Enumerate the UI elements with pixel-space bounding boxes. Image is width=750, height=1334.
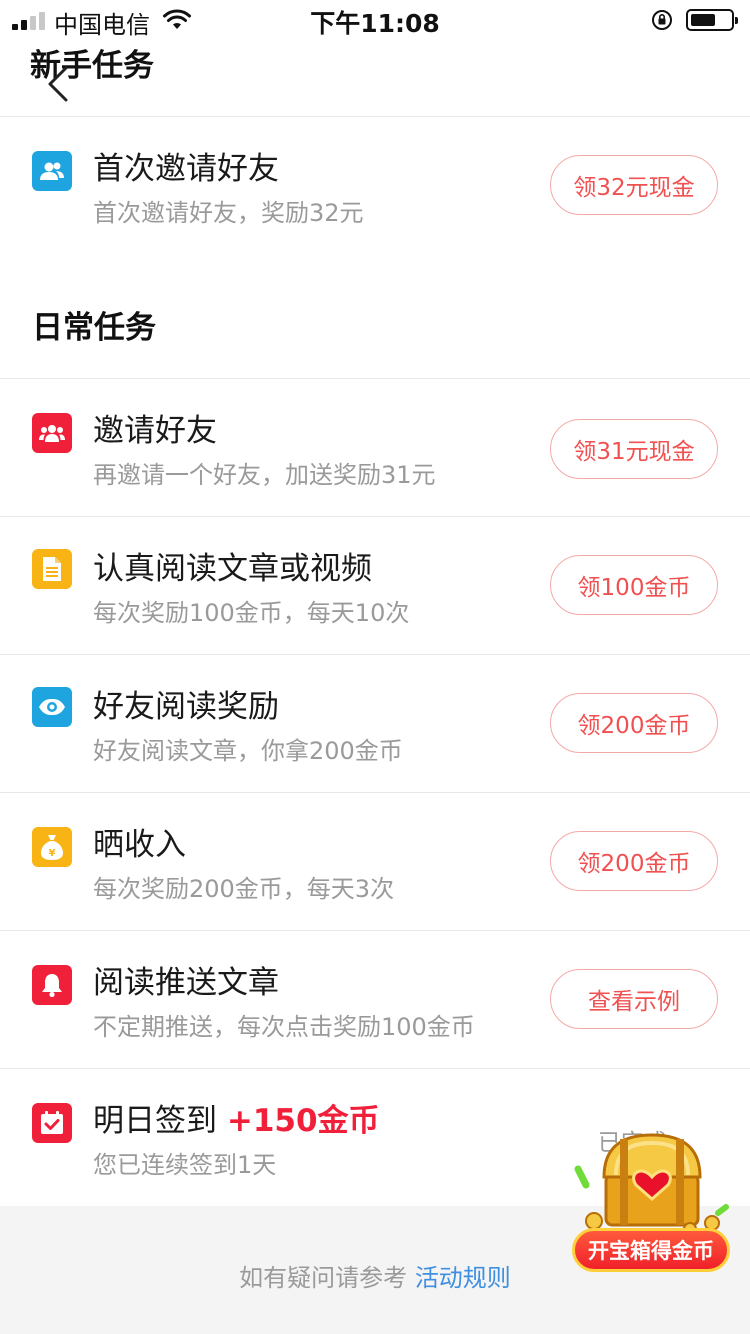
task-row-friend-reading: 好友阅读奖励 好友阅读文章，你拿200金币 领200金币 (0, 655, 750, 793)
task-row-invite-friend: 邀请好友 再邀请一个好友，加送奖励31元 领31元现金 (0, 379, 750, 517)
document-icon (32, 549, 72, 589)
task-title: 明日签到 +150金币 (93, 1095, 380, 1140)
svg-text:¥: ¥ (49, 848, 56, 859)
status-bar: 中国电信 下午11:08 (0, 0, 750, 40)
task-desc: 不定期推送，每次点击奖励100金币 (93, 1013, 475, 1041)
task-desc: 首次邀请好友，奖励32元 (93, 199, 364, 227)
bell-icon (32, 965, 72, 1005)
task-title: 阅读推送文章 (93, 965, 279, 1001)
task-title: 认真阅读文章或视频 (93, 551, 372, 587)
task-title: 邀请好友 (93, 413, 217, 449)
claim-coins-button[interactable]: 领200金币 (550, 831, 718, 891)
checkin-title: 明日签到 (93, 1103, 217, 1139)
task-desc: 每次奖励200金币，每天3次 (93, 875, 395, 903)
view-example-button[interactable]: 查看示例 (550, 969, 718, 1029)
claim-coins-button[interactable]: 领100金币 (550, 555, 718, 615)
calendar-check-icon (32, 1103, 72, 1143)
task-desc: 每次奖励100金币，每天10次 (93, 599, 410, 627)
battery-icon (686, 9, 738, 31)
treasure-chest-button[interactable]: 开宝箱得金币 (572, 1125, 732, 1275)
status-time: 下午11:08 (310, 9, 440, 38)
task-title: 好友阅读奖励 (93, 689, 279, 725)
section-title-daily: 日常任务 (32, 310, 156, 346)
checkin-bonus: +150金币 (226, 1103, 380, 1139)
task-row-share-income: ¥ 晒收入 每次奖励200金币，每天3次 领200金币 (0, 793, 750, 931)
task-row-read-articles: 认真阅读文章或视频 每次奖励100金币，每天10次 领100金币 (0, 517, 750, 655)
money-bag-icon: ¥ (32, 827, 72, 867)
back-button[interactable] (44, 62, 74, 106)
rules-link[interactable]: 活动规则 (415, 1264, 511, 1292)
users-icon (32, 151, 72, 191)
task-row-push-articles: 阅读推送文章 不定期推送，每次点击奖励100金币 查看示例 (0, 931, 750, 1069)
task-title: 晒收入 (93, 827, 186, 863)
claim-coins-button[interactable]: 领200金币 (550, 693, 718, 753)
claim-cash-button[interactable]: 领32元现金 (550, 155, 718, 215)
eye-icon (32, 687, 72, 727)
rotation-lock-icon (652, 10, 672, 30)
task-desc: 再邀请一个好友，加送奖励31元 (93, 461, 436, 489)
task-desc: 好友阅读文章，你拿200金币 (93, 737, 403, 765)
footer-help-text: 如有疑问请参考 (239, 1264, 408, 1292)
task-row-first-invite: 首次邀请好友 首次邀请好友，奖励32元 领32元现金 (0, 117, 750, 255)
task-desc: 您已连续签到1天 (93, 1151, 277, 1179)
users-icon (32, 413, 72, 453)
treasure-chest-icon (574, 1133, 729, 1236)
claim-cash-button[interactable]: 领31元现金 (550, 419, 718, 479)
battery-fill (691, 14, 715, 26)
treasure-chest-label: 开宝箱得金币 (572, 1228, 730, 1272)
task-title: 首次邀请好友 (93, 151, 279, 187)
